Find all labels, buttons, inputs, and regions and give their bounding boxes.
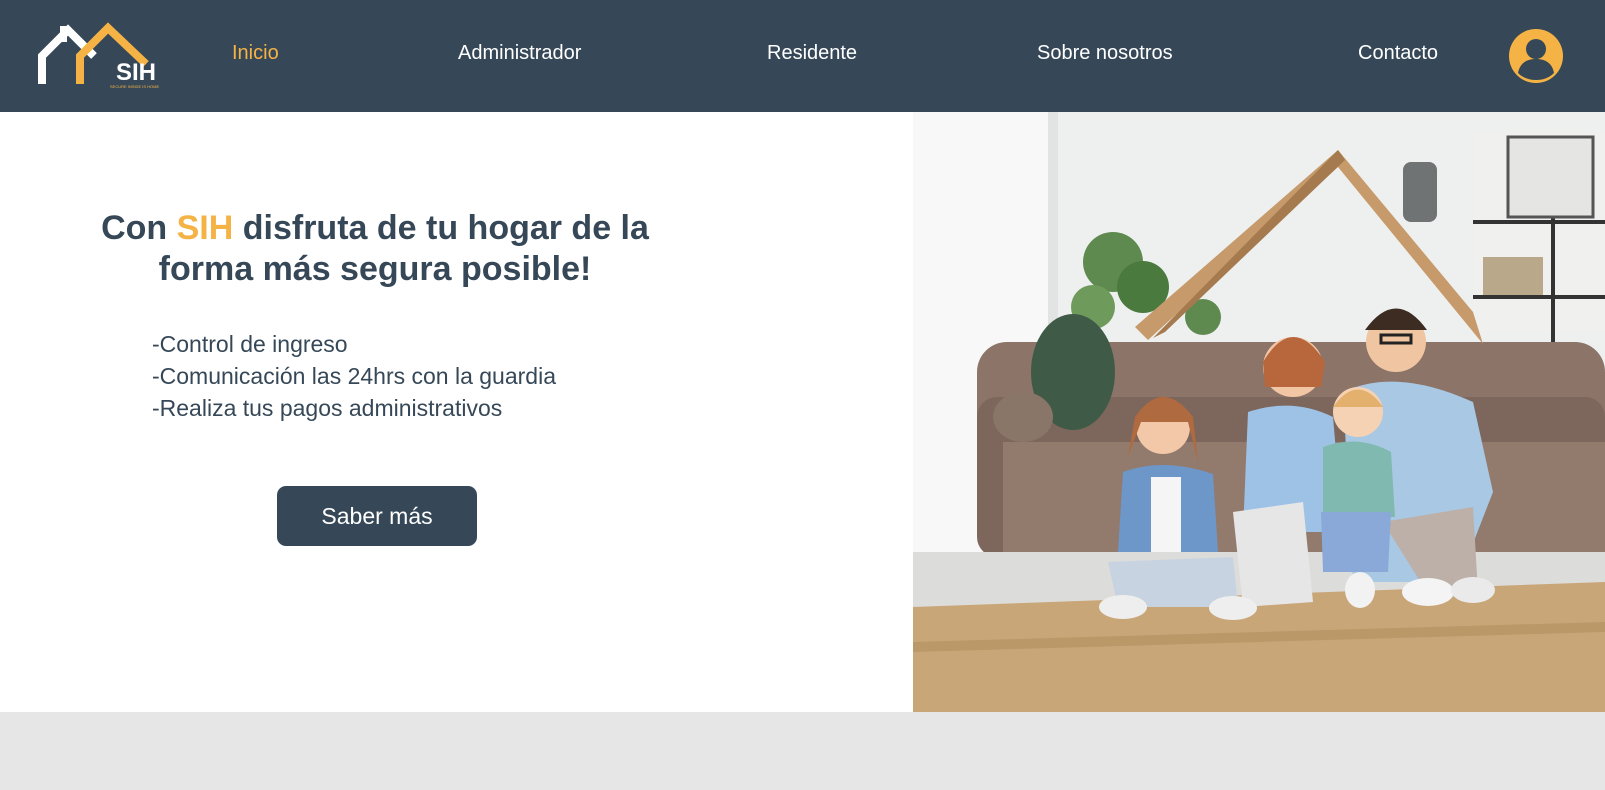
- headline-suffix: disfruta de tu hogar de la forma más seg…: [158, 209, 649, 288]
- nav-sobre-nosotros[interactable]: Sobre nosotros: [1037, 42, 1173, 65]
- sih-logo[interactable]: SIH SECURE INSIDE IS HOME: [38, 20, 174, 92]
- feature-item: -Realiza tus pagos administrativos: [152, 395, 503, 421]
- top-navbar: SIH SECURE INSIDE IS HOME Inicio Adminis…: [0, 0, 1605, 112]
- nav-administrador[interactable]: Administrador: [458, 42, 581, 65]
- feature-item: -Control de ingreso: [152, 331, 348, 357]
- headline-prefix: Con: [101, 209, 177, 247]
- feature-item: -Comunicación las 24hrs con la guardia: [152, 363, 556, 389]
- nav-residente[interactable]: Residente: [767, 42, 857, 65]
- footer-band: [0, 712, 1605, 790]
- headline-accent: SIH: [176, 209, 234, 247]
- logo-text: SIH: [116, 59, 156, 86]
- saber-mas-button[interactable]: Saber más: [277, 486, 477, 546]
- user-circle-icon: [1518, 39, 1554, 80]
- logo-tagline: SECURE INSIDE IS HOME: [110, 84, 159, 89]
- hero-photo: [913, 112, 1605, 712]
- hero-text-panel: Con SIH disfruta de tu hogar de la forma…: [0, 112, 913, 712]
- hero-headline: Con SIH disfruta de tu hogar de la forma…: [60, 208, 690, 290]
- user-account-button[interactable]: [1509, 29, 1563, 83]
- family-photo-illustration: [913, 112, 1605, 712]
- nav-contacto[interactable]: Contacto: [1358, 42, 1438, 65]
- feature-list: -Control de ingreso -Comunicación las 24…: [152, 328, 556, 424]
- nav-inicio[interactable]: Inicio: [232, 42, 279, 65]
